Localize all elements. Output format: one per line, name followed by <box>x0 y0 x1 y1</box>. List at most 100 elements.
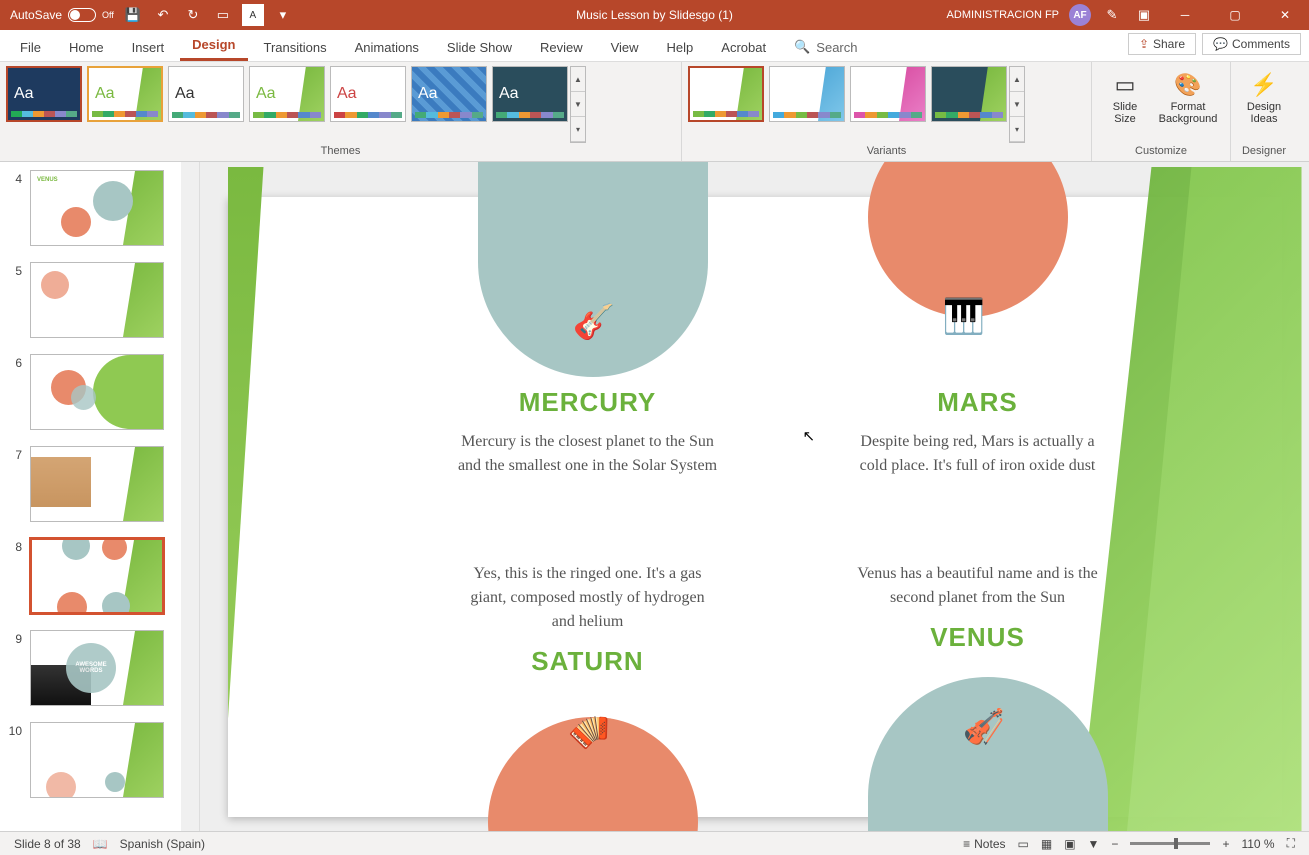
qat-more-icon[interactable]: ▾ <box>272 4 294 26</box>
thumbnail-7[interactable]: 7 <box>0 438 199 530</box>
scroll-more-icon[interactable]: ▾ <box>1010 117 1024 142</box>
theme-thumb-1[interactable]: Aa <box>6 66 82 122</box>
thumbnail-9[interactable]: 9AWESOME WORDS <box>0 622 199 714</box>
qat-item[interactable]: A <box>242 4 264 26</box>
venus-title: VENUS <box>848 622 1108 653</box>
thumb-num: 5 <box>4 262 22 338</box>
zoom-level[interactable]: 110 % <box>1235 832 1280 855</box>
mercury-block[interactable]: MERCURY Mercury is the closest planet to… <box>458 387 718 478</box>
group-designer-label: Designer <box>1237 143 1291 159</box>
guitar-icon: 🎸 <box>573 302 615 342</box>
slide-size-label: Slide Size <box>1113 101 1137 125</box>
tab-design[interactable]: Design <box>180 31 247 61</box>
mouse-cursor-icon: ↖ <box>803 427 816 445</box>
slide-size-button[interactable]: ▭Slide Size <box>1098 66 1152 143</box>
title-bar: AutoSave Off 💾 ↶ ↻ ▭ A ▾ Music Lesson by… <box>0 0 1309 30</box>
thumbnail-4[interactable]: 4VENUS <box>0 162 199 254</box>
undo-icon[interactable]: ↶ <box>152 4 174 26</box>
coming-soon-icon[interactable]: ✎ <box>1101 4 1123 26</box>
slide-counter[interactable]: Slide 8 of 38 <box>8 832 87 855</box>
tab-review[interactable]: Review <box>528 34 595 61</box>
tab-insert[interactable]: Insert <box>120 34 177 61</box>
fit-window-icon[interactable]: ⛶ <box>1281 832 1301 855</box>
notes-label: Notes <box>974 837 1005 851</box>
slide-canvas[interactable]: 🎸 🎹 🪗 🎻 MERCURY Mercury is the closest p… <box>228 197 1282 817</box>
thumb-num: 8 <box>4 538 22 614</box>
scroll-more-icon[interactable]: ▾ <box>571 117 585 142</box>
ribbon-display-icon[interactable]: ▣ <box>1133 4 1155 26</box>
variant-thumb-2[interactable] <box>769 66 845 122</box>
view-slideshow-icon[interactable]: ▼ <box>1082 832 1106 855</box>
thumbnail-6[interactable]: 6 <box>0 346 199 438</box>
autosave-toggle[interactable]: AutoSave Off <box>10 8 114 22</box>
variant-thumb-1[interactable] <box>688 66 764 122</box>
slide-thumbnail-panel[interactable]: 4VENUS 5 6 7 8 9AWESOME WORDS 10 <box>0 162 200 831</box>
design-ideas-icon: ⚡ <box>1250 72 1277 98</box>
balalaika-icon: 🎻 <box>963 707 1005 747</box>
thumbnail-scrollbar[interactable] <box>181 162 199 831</box>
tab-acrobat[interactable]: Acrobat <box>709 34 778 61</box>
account-avatar[interactable]: AF <box>1069 4 1091 26</box>
zoom-slider[interactable] <box>1130 842 1210 845</box>
theme-thumb-3[interactable]: Aa <box>168 66 244 122</box>
variant-thumb-4[interactable] <box>931 66 1007 122</box>
minimize-button[interactable]: ─ <box>1165 0 1205 30</box>
thumb-num: 9 <box>4 630 22 706</box>
accordion-icon: 🪗 <box>568 712 610 752</box>
theme-thumb-2[interactable]: Aa <box>87 66 163 122</box>
thumbnail-5[interactable]: 5 <box>0 254 199 346</box>
tab-slideshow[interactable]: Slide Show <box>435 34 524 61</box>
tab-transitions[interactable]: Transitions <box>252 34 339 61</box>
tab-view[interactable]: View <box>599 34 651 61</box>
view-reading-icon[interactable]: ▣ <box>1058 832 1081 855</box>
saturn-block[interactable]: Yes, this is the ringed one. It's a gas … <box>458 562 718 689</box>
present-icon[interactable]: ▭ <box>212 4 234 26</box>
thumbnail-8[interactable]: 8 <box>0 530 199 622</box>
slide-editor[interactable]: 🎸 🎹 🪗 🎻 MERCURY Mercury is the closest p… <box>200 162 1309 831</box>
tab-help[interactable]: Help <box>655 34 706 61</box>
thumb-num: 6 <box>4 354 22 430</box>
theme-thumb-5[interactable]: Aa <box>330 66 406 122</box>
scroll-down-icon[interactable]: ▼ <box>1010 92 1024 117</box>
save-icon[interactable]: 💾 <box>122 4 144 26</box>
spellcheck-icon[interactable]: 📖 <box>87 832 114 855</box>
zoom-in-button[interactable]: + <box>1216 832 1235 855</box>
tab-animations[interactable]: Animations <box>343 34 431 61</box>
tab-home[interactable]: Home <box>57 34 116 61</box>
format-bg-label: Format Background <box>1159 101 1218 125</box>
view-normal-icon[interactable]: ▭ <box>1012 832 1035 855</box>
shape-mars-circle <box>868 162 1068 317</box>
account-name[interactable]: ADMINISTRACION FP <box>947 9 1059 21</box>
search-box[interactable]: 🔍 Search <box>782 33 869 61</box>
zoom-out-button[interactable]: − <box>1105 832 1124 855</box>
maximize-button[interactable]: ▢ <box>1215 0 1255 30</box>
theme-thumb-6[interactable]: Aa <box>411 66 487 122</box>
share-button[interactable]: ⇪Share <box>1128 33 1196 55</box>
variants-scroll[interactable]: ▲▼▾ <box>1009 66 1025 143</box>
venus-body: Venus has a beautiful name and is the se… <box>848 562 1108 610</box>
variant-thumb-3[interactable] <box>850 66 926 122</box>
design-ideas-button[interactable]: ⚡Design Ideas <box>1237 66 1291 143</box>
thumbnail-10[interactable]: 10 <box>0 714 199 806</box>
format-background-button[interactable]: 🎨Format Background <box>1152 66 1224 143</box>
redo-icon[interactable]: ↻ <box>182 4 204 26</box>
autosave-switch[interactable] <box>68 8 96 22</box>
tab-file[interactable]: File <box>8 34 53 61</box>
themes-scroll[interactable]: ▲▼▾ <box>570 66 586 143</box>
ribbon: Aa Aa Aa Aa Aa Aa Aa ▲▼▾ Themes ▲▼▾ Vari… <box>0 62 1309 162</box>
mars-block[interactable]: MARS Despite being red, Mars is actually… <box>848 387 1108 478</box>
comments-label: Comments <box>1232 37 1290 51</box>
notes-button[interactable]: ≡ Notes <box>957 832 1011 855</box>
scroll-up-icon[interactable]: ▲ <box>571 67 585 92</box>
search-icon: 🔍 <box>794 39 810 55</box>
scroll-down-icon[interactable]: ▼ <box>571 92 585 117</box>
scroll-up-icon[interactable]: ▲ <box>1010 67 1024 92</box>
group-customize-label: Customize <box>1098 143 1224 159</box>
comments-button[interactable]: 💬Comments <box>1202 33 1301 55</box>
venus-block[interactable]: Venus has a beautiful name and is the se… <box>848 562 1108 665</box>
view-sorter-icon[interactable]: ▦ <box>1035 832 1058 855</box>
theme-thumb-4[interactable]: Aa <box>249 66 325 122</box>
close-button[interactable]: ✕ <box>1265 0 1305 30</box>
language-indicator[interactable]: Spanish (Spain) <box>114 832 211 855</box>
theme-thumb-7[interactable]: Aa <box>492 66 568 122</box>
